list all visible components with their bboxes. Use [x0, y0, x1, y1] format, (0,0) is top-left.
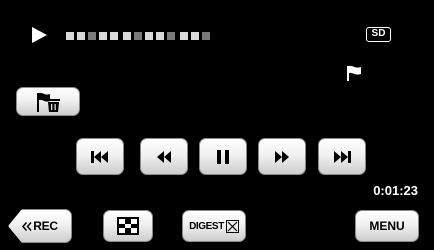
skip-next-icon: [332, 150, 352, 164]
fast-forward-button[interactable]: [258, 138, 306, 175]
rec-button-label: REC: [33, 219, 58, 233]
sd-card-badge: SD: [366, 27, 391, 42]
double-chevron-left-icon: [22, 221, 32, 231]
skip-previous-icon: [90, 150, 110, 164]
playback-screen: SD 0:01:23 REC DIGEST MENU: [0, 0, 434, 250]
skip-previous-button[interactable]: [76, 138, 124, 175]
rewind-button[interactable]: [140, 138, 188, 175]
file-title-obscured: [66, 32, 210, 40]
skip-next-button[interactable]: [318, 138, 366, 175]
rewind-icon: [155, 150, 173, 164]
delete-flagged-button[interactable]: [16, 87, 80, 116]
cancel-x-icon: [225, 219, 239, 233]
index-view-button[interactable]: [103, 210, 153, 242]
menu-button-label: MENU: [369, 219, 405, 233]
fast-forward-icon: [273, 150, 291, 164]
digest-button-label: DIGEST: [189, 220, 224, 232]
rec-button[interactable]: REC: [8, 209, 72, 243]
pause-button[interactable]: [199, 138, 247, 175]
play-icon: [30, 26, 50, 44]
checkerboard-icon: [117, 217, 139, 235]
elapsed-time: 0:01:23: [373, 183, 418, 198]
trash-flag-icon: [34, 91, 62, 113]
digest-button[interactable]: DIGEST: [182, 210, 246, 242]
flag-icon: [345, 64, 363, 82]
menu-button[interactable]: MENU: [355, 210, 419, 242]
pause-icon: [216, 149, 230, 165]
